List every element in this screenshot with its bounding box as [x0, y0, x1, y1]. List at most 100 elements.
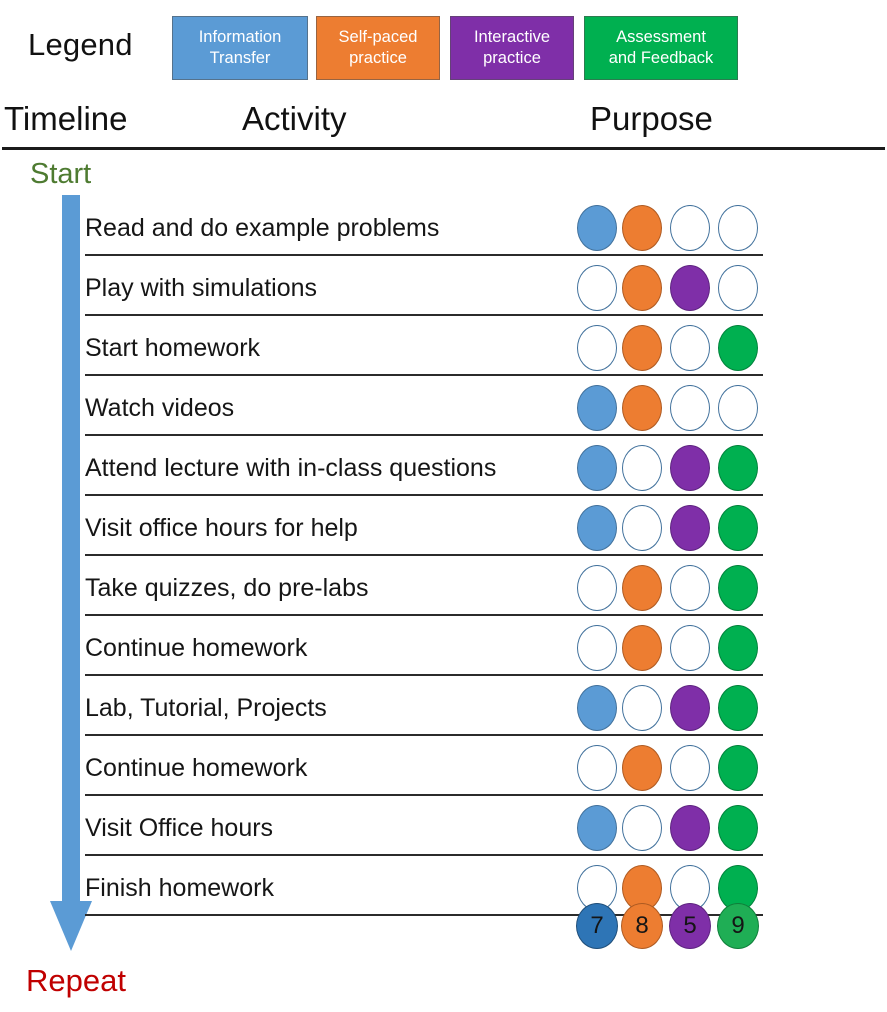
activity-row[interactable]: Attend lecture with in-class questions: [0, 440, 887, 500]
purpose-dot-orange: [622, 385, 662, 431]
purpose-dot-empty: [670, 565, 710, 611]
activity-label: Visit office hours for help: [85, 508, 555, 548]
purpose-dot-purple: [670, 805, 710, 851]
purpose-dot-green: [718, 805, 758, 851]
activity-row[interactable]: Start homework: [0, 320, 887, 380]
activity-label: Watch videos: [85, 388, 555, 428]
purpose-dot-purple: [670, 685, 710, 731]
activity-row[interactable]: Continue homework: [0, 620, 887, 680]
purpose-dot-empty: [622, 505, 662, 551]
purpose-dot-orange: [622, 325, 662, 371]
purpose-dot-empty: [718, 205, 758, 251]
column-header-activity: Activity: [242, 100, 347, 138]
activity-label: Attend lecture with in-class questions: [85, 448, 555, 488]
purpose-dot-empty: [577, 325, 617, 371]
purpose-dot-blue: [577, 805, 617, 851]
purpose-dots: [575, 685, 765, 733]
purpose-dot-empty: [622, 805, 662, 851]
purpose-dots: [575, 505, 765, 553]
activity-row[interactable]: Read and do example problems: [0, 200, 887, 260]
purpose-dot-empty: [670, 325, 710, 371]
timeline-repeat-label: Repeat: [26, 963, 126, 999]
row-divider: [85, 434, 763, 436]
purpose-dot-purple: [670, 505, 710, 551]
activity-label: Continue homework: [85, 628, 555, 668]
purpose-total-count: 7: [576, 903, 618, 949]
purpose-dot-orange: [622, 745, 662, 791]
purpose-dots: [575, 745, 765, 793]
purpose-dot-empty: [670, 385, 710, 431]
activity-label: Visit Office hours: [85, 808, 555, 848]
row-divider: [85, 854, 763, 856]
purpose-dot-purple: [670, 265, 710, 311]
purpose-dots: [575, 205, 765, 253]
legend-item-label-line1: Information: [199, 27, 282, 48]
activity-row[interactable]: Visit office hours for help: [0, 500, 887, 560]
purpose-dot-green: [718, 445, 758, 491]
legend-item-label-line2: Transfer: [210, 48, 271, 69]
activity-label: Finish homework: [85, 868, 555, 908]
purpose-dot-orange: [622, 205, 662, 251]
row-divider: [85, 554, 763, 556]
purpose-dot-green: [718, 745, 758, 791]
purpose-dot-blue: [577, 685, 617, 731]
activity-row[interactable]: Take quizzes, do pre-labs: [0, 560, 887, 620]
purpose-total-count: 9: [717, 903, 759, 949]
activity-label: Continue homework: [85, 748, 555, 788]
purpose-total-count: 8: [621, 903, 663, 949]
legend-bar: Legend InformationTransferSelf-pacedprac…: [0, 0, 887, 95]
column-headers: Timeline Activity Purpose: [0, 100, 887, 150]
activity-row[interactable]: Play with simulations: [0, 260, 887, 320]
purpose-dot-green: [718, 685, 758, 731]
purpose-dot-empty: [670, 745, 710, 791]
purpose-dot-blue: [577, 445, 617, 491]
purpose-dots: [575, 325, 765, 373]
row-divider: [85, 674, 763, 676]
row-divider: [85, 314, 763, 316]
purpose-dot-empty: [577, 625, 617, 671]
purpose-dot-blue: [577, 205, 617, 251]
purpose-dot-orange: [622, 565, 662, 611]
purpose-dot-orange: [622, 265, 662, 311]
purpose-dot-blue: [577, 505, 617, 551]
purpose-dot-empty: [670, 625, 710, 671]
timeline-start-label: Start: [30, 158, 91, 191]
purpose-dot-empty: [577, 265, 617, 311]
legend-item-label-line2: and Feedback: [609, 48, 714, 69]
purpose-dot-empty: [670, 205, 710, 251]
activity-row[interactable]: Visit Office hours: [0, 800, 887, 860]
row-divider: [85, 614, 763, 616]
row-divider: [85, 794, 763, 796]
purpose-totals-row: 7859: [575, 903, 765, 953]
purpose-dots: [575, 265, 765, 313]
activity-row[interactable]: Lab, Tutorial, Projects: [0, 680, 887, 740]
legend-item-label-line1: Self-paced: [339, 27, 418, 48]
purpose-dot-orange: [622, 625, 662, 671]
column-header-timeline: Timeline: [4, 100, 127, 138]
activity-label: Take quizzes, do pre-labs: [85, 568, 555, 608]
purpose-dot-empty: [622, 685, 662, 731]
header-divider: [2, 147, 885, 150]
purpose-dot-purple: [670, 445, 710, 491]
activity-row[interactable]: Watch videos: [0, 380, 887, 440]
purpose-dot-empty: [577, 565, 617, 611]
purpose-dots: [575, 625, 765, 673]
purpose-dots: [575, 565, 765, 613]
activity-label: Lab, Tutorial, Projects: [85, 688, 555, 728]
activity-label: Start homework: [85, 328, 555, 368]
purpose-dot-blue: [577, 385, 617, 431]
legend-item-label-line2: practice: [483, 48, 541, 69]
legend-item-label-line1: Interactive: [474, 27, 550, 48]
purpose-dot-empty: [718, 265, 758, 311]
purpose-dot-empty: [577, 745, 617, 791]
purpose-dots: [575, 445, 765, 493]
purpose-total-count: 5: [669, 903, 711, 949]
purpose-dots: [575, 385, 765, 433]
activity-row[interactable]: Continue homework: [0, 740, 887, 800]
purpose-dot-green: [718, 325, 758, 371]
purpose-dot-green: [718, 625, 758, 671]
activity-label: Play with simulations: [85, 268, 555, 308]
row-divider: [85, 374, 763, 376]
legend-item-self-paced-practice: Self-pacedpractice: [316, 16, 440, 80]
activity-label: Read and do example problems: [85, 208, 555, 248]
